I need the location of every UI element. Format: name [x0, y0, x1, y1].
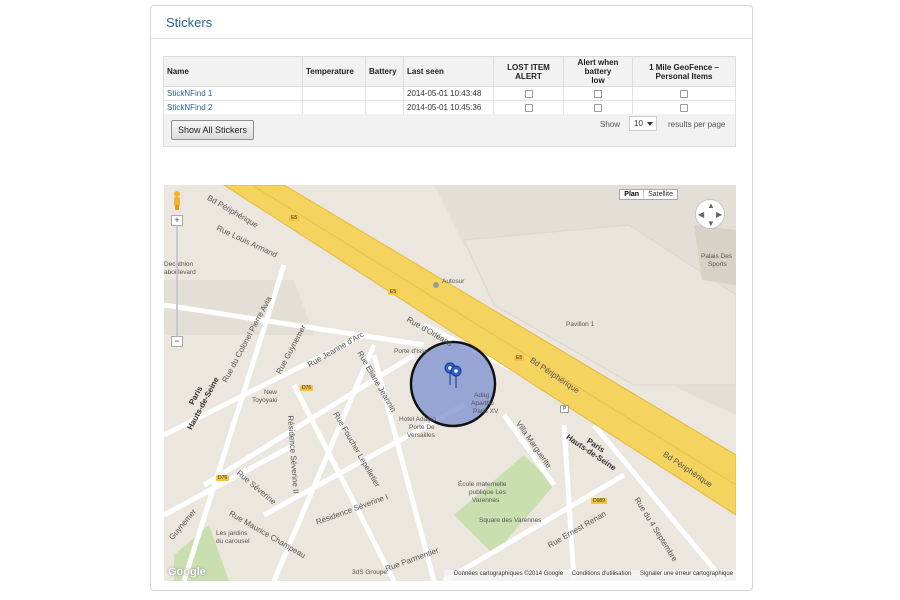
road-shield: E5	[514, 355, 525, 361]
table-toolbar: Show All Stickers Show 10 results per pa…	[163, 114, 736, 147]
battery-cell	[365, 100, 404, 115]
table-header-row: Name Temperature Battery Last seen LOST …	[163, 56, 736, 87]
map-label: Les jardins	[216, 530, 248, 537]
last-seen-cell: 2014-05-01 10:43:48	[403, 86, 494, 101]
map-label: Apartho	[471, 400, 494, 407]
map[interactable]: Bd Périphérique Bd Périphérique Bd Périp…	[164, 185, 736, 581]
pan-left-icon[interactable]: ◀	[698, 211, 704, 219]
map-label: 3dS Groupe	[352, 569, 388, 576]
caret-down-icon	[647, 122, 653, 126]
map-label: Porte De	[409, 424, 435, 431]
map-type-control: Plan Satellite	[619, 189, 678, 200]
map-label: Versailles	[407, 432, 435, 439]
road-shield: E5	[289, 215, 300, 221]
battery-alert-checkbox[interactable]	[594, 89, 602, 98]
sticker-link[interactable]: StickNFind 2	[167, 103, 212, 112]
map-label: Sports	[708, 261, 727, 268]
autosur-poi-icon	[433, 282, 439, 288]
results-per-page-label: results per page	[668, 120, 726, 129]
lost-alert-checkbox[interactable]	[524, 103, 533, 112]
panel-divider	[151, 38, 752, 39]
map-label: Adag	[474, 392, 490, 399]
page-size-select[interactable]: 10	[629, 116, 657, 131]
col-header-last-seen[interactable]: Last seen	[403, 56, 494, 87]
road-shield: D989	[591, 498, 607, 504]
pan-control[interactable]: ▲ ◀ ▶ ▼	[695, 199, 725, 229]
zoom-control: + −	[171, 215, 183, 347]
map-label: Varennes	[472, 497, 500, 504]
map-label: École maternelle	[458, 481, 507, 488]
battery-cell	[365, 86, 404, 101]
geofence-checkbox[interactable]	[680, 103, 688, 112]
panel-title: Stickers	[166, 15, 213, 30]
page-size-value: 10	[634, 119, 643, 128]
attribution-data: Données cartographiques ©2014 Google	[453, 571, 564, 577]
map-label: New	[264, 389, 278, 396]
map-label: Square des Varennes	[479, 517, 542, 524]
map-label: Toyoyaki	[252, 397, 278, 404]
map-label: Pavillon 1	[566, 321, 595, 328]
map-label: Porte d'Issy	[394, 348, 428, 355]
col-header-battery-alert[interactable]: Alert when battery low	[563, 56, 633, 87]
col-header-temperature[interactable]: Temperature	[302, 56, 366, 87]
sticker-link[interactable]: StickNFind 1	[167, 89, 212, 98]
road-shield: D76	[300, 385, 314, 391]
stickers-table: Name Temperature Battery Last seen LOST …	[163, 56, 736, 115]
pan-down-icon[interactable]: ▼	[707, 220, 715, 228]
table-row: StickNFind 2 2014-05-01 10:45:36	[163, 100, 736, 115]
col-header-lost-alert[interactable]: LOST ITEM ALERT	[493, 56, 564, 87]
temperature-cell	[302, 100, 366, 115]
park-area	[454, 455, 554, 555]
zoom-in-button[interactable]: +	[171, 215, 183, 226]
geofence-line1: 1 Mile GeoFence –	[649, 62, 719, 72]
table-row: StickNFind 1 2014-05-01 10:43:48	[163, 86, 736, 101]
road-shield: E5	[388, 289, 399, 295]
map-label: Palais Des	[701, 253, 733, 260]
map-label: Paris XV	[473, 408, 499, 415]
map-type-satellite-button[interactable]: Satellite	[644, 190, 677, 199]
stickers-panel: Stickers Name Temperature Battery Last s…	[150, 5, 753, 591]
parking-icon: P	[560, 405, 570, 413]
pan-right-icon[interactable]: ▶	[716, 211, 722, 219]
attribution-report-link[interactable]: Signaler une erreur cartographique	[640, 571, 733, 577]
temperature-cell	[302, 86, 366, 101]
zoom-slider-track[interactable]	[176, 226, 178, 336]
show-all-stickers-button[interactable]: Show All Stickers	[171, 120, 255, 140]
battery-alert-line1: Alert when battery	[577, 58, 619, 76]
show-label: Show	[600, 120, 621, 129]
street-view-pegman-icon[interactable]	[171, 190, 183, 210]
geofence-checkbox[interactable]	[680, 89, 688, 98]
battery-alert-checkbox[interactable]	[594, 103, 602, 112]
zoom-out-button[interactable]: −	[171, 336, 183, 347]
geofence-line2: Personal Items	[655, 71, 713, 81]
pan-up-icon[interactable]: ▲	[707, 202, 715, 210]
lost-alert-checkbox[interactable]	[524, 89, 533, 98]
map-label: Hotel Adagio	[399, 416, 436, 423]
col-header-name[interactable]: Name	[163, 56, 303, 87]
col-header-battery[interactable]: Battery	[365, 56, 404, 87]
attribution-terms-link[interactable]: Conditions d'utilisation	[572, 571, 632, 577]
road-shield: D76	[216, 475, 230, 481]
map-label: Autosur	[442, 278, 465, 285]
google-logo: Google	[168, 566, 206, 578]
battery-alert-line2: low	[591, 76, 605, 85]
map-type-plan-button[interactable]: Plan	[620, 190, 645, 199]
col-header-geofence[interactable]: 1 Mile GeoFence – Personal Items	[632, 56, 736, 87]
last-seen-cell: 2014-05-01 10:45:36	[403, 100, 494, 115]
map-label: publique Les	[469, 489, 506, 496]
map-label: du carousel	[216, 538, 250, 545]
map-attribution: Données cartographiques ©2014 Google Con…	[443, 570, 736, 581]
